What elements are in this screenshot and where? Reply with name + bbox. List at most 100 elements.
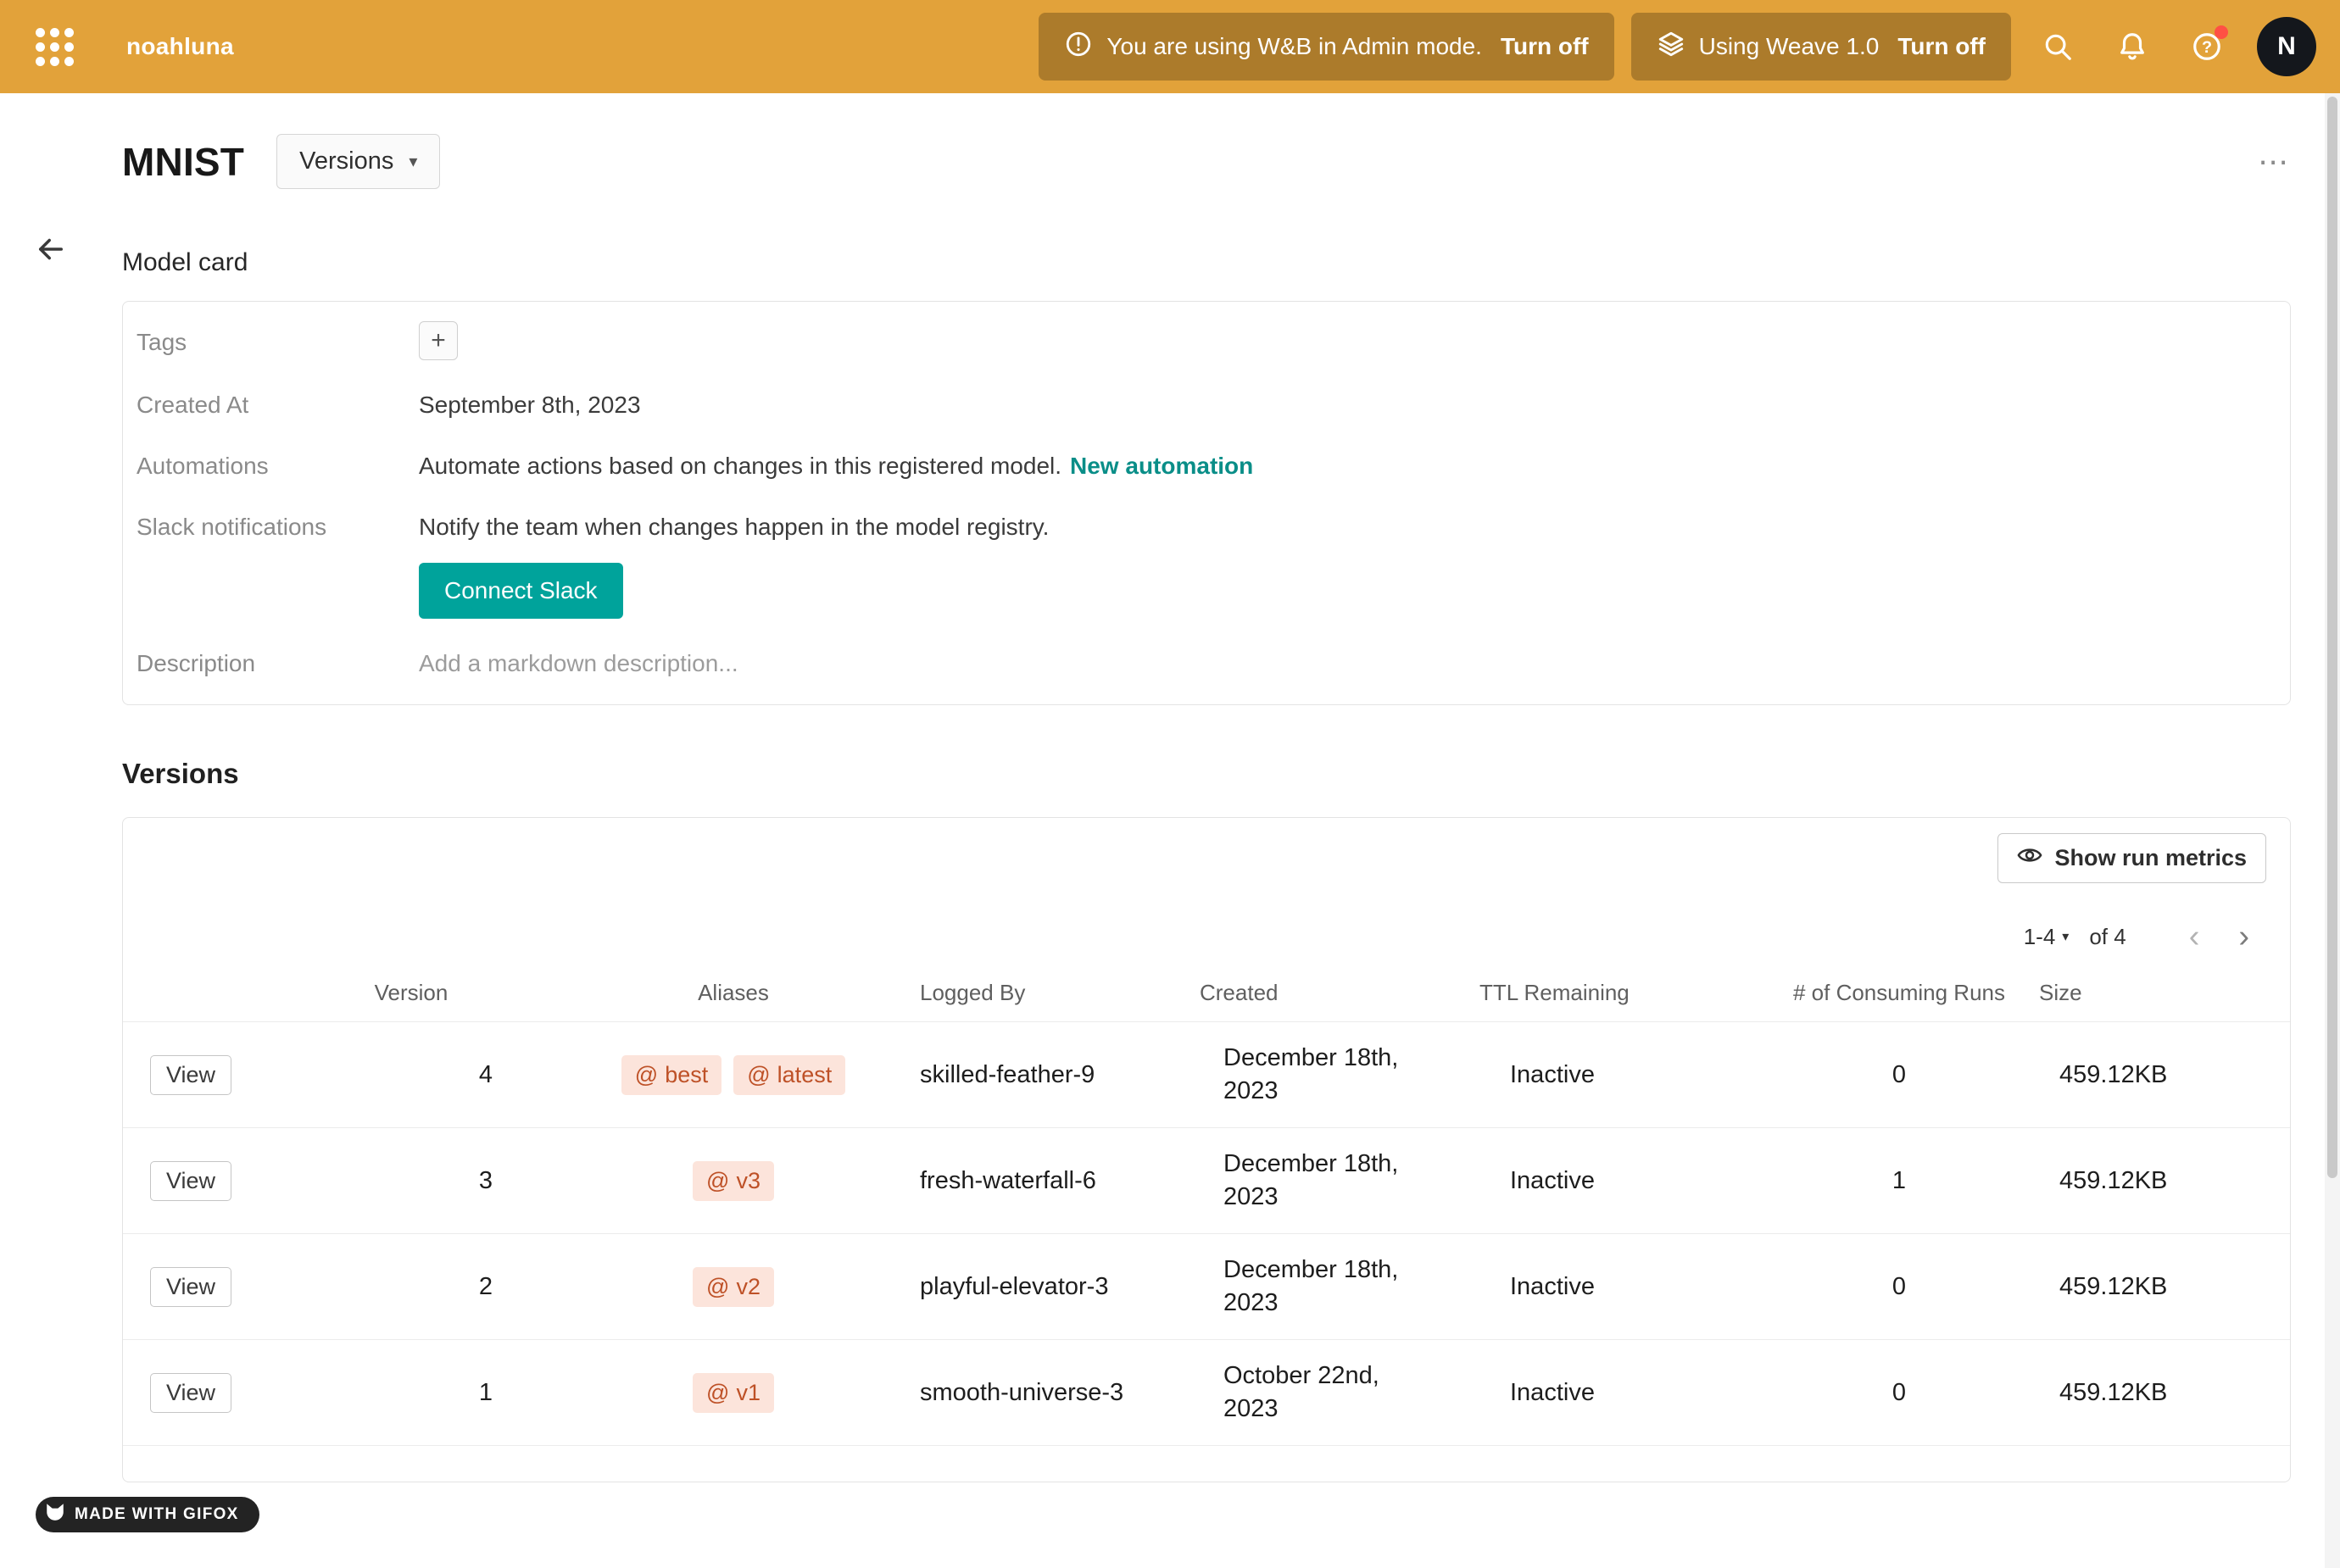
alias-label: v2: [736, 1274, 760, 1300]
header-size: Size: [2039, 965, 2290, 1022]
gifox-watermark: MADE WITH GIFOX: [36, 1497, 259, 1532]
created-cell: October 22nd, 2023: [1200, 1340, 1479, 1446]
scrollbar-track: [2325, 93, 2340, 1568]
version-cell: 2: [276, 1234, 547, 1340]
notifications-bell-icon[interactable]: [2104, 19, 2160, 75]
view-button[interactable]: View: [150, 1373, 231, 1413]
logged-by-cell: playful-elevator-3: [920, 1234, 1200, 1340]
created-at-row: Created At September 8th, 2023: [123, 375, 2290, 436]
header-ttl: TTL Remaining: [1479, 965, 1759, 1022]
ttl-cell: Inactive: [1479, 1234, 1759, 1340]
description-placeholder[interactable]: Add a markdown description...: [419, 648, 738, 680]
chevron-down-icon: ▾: [2062, 928, 2069, 945]
user-avatar[interactable]: N: [2257, 17, 2316, 76]
admin-turn-off-button[interactable]: Turn off: [1501, 33, 1589, 60]
wandb-logo[interactable]: [36, 28, 74, 66]
weave-turn-off-button[interactable]: Turn off: [1897, 33, 1986, 60]
created-cell: December 18th, 2023: [1200, 1022, 1479, 1128]
slack-notifications-row: Slack notifications Notify the team when…: [123, 497, 2290, 634]
logged-by-cell: smooth-universe-3: [920, 1340, 1200, 1446]
previous-page-icon[interactable]: ‹: [2189, 920, 2200, 953]
weave-banner: Using Weave 1.0 Turn off: [1631, 13, 2011, 81]
alias-badge: @best: [621, 1055, 722, 1095]
versions-table: Version Aliases Logged By Created TTL Re…: [123, 965, 2290, 1446]
alert-circle-icon: [1064, 30, 1093, 64]
ttl-cell: Inactive: [1479, 1022, 1759, 1128]
back-arrow-icon[interactable]: [29, 227, 73, 271]
tags-row: Tags +: [123, 312, 2290, 375]
fox-icon: [44, 1501, 66, 1528]
add-tag-button[interactable]: +: [419, 321, 458, 360]
created-cell: December 18th, 2023: [1200, 1234, 1479, 1340]
scrollbar-thumb[interactable]: [2327, 97, 2337, 1178]
weave-banner-text: Using Weave 1.0: [1699, 33, 1880, 60]
alias-badge: @v1: [693, 1373, 774, 1413]
versions-dropdown[interactable]: Versions ▾: [276, 134, 440, 189]
table-row: View 1 @v1 smooth-universe-3 October 22n…: [123, 1340, 2290, 1446]
alias-badge: @ latest: [733, 1055, 845, 1095]
chevron-down-icon: ▾: [409, 151, 417, 172]
slack-notifications-label: Slack notifications: [136, 511, 419, 620]
ttl-cell: Inactive: [1479, 1340, 1759, 1446]
search-icon[interactable]: [2030, 19, 2086, 75]
page-range-dropdown[interactable]: 1-4 ▾: [2024, 924, 2070, 950]
created-at-label: Created At: [136, 389, 419, 421]
ttl-cell: Inactive: [1479, 1128, 1759, 1234]
table-header-row: Version Aliases Logged By Created TTL Re…: [123, 965, 2290, 1022]
header-consuming-runs: # of Consuming Runs: [1759, 965, 2039, 1022]
new-automation-link[interactable]: New automation: [1070, 453, 1253, 479]
slack-notifications-text: Notify the team when changes happen in t…: [419, 511, 1049, 543]
svg-text:?: ?: [2202, 38, 2212, 57]
view-button[interactable]: View: [150, 1267, 231, 1307]
versions-panel: Show run metrics 1-4 ▾ of 4 ‹ › Version …: [122, 817, 2291, 1482]
logged-by-cell: skilled-feather-9: [920, 1022, 1200, 1128]
consuming-runs-cell: 0: [1759, 1022, 2039, 1128]
alias-label: v3: [736, 1168, 760, 1194]
page-range-label: 1-4: [2024, 924, 2056, 950]
at-icon: @: [706, 1168, 729, 1194]
view-button[interactable]: View: [150, 1161, 231, 1201]
pagination: 1-4 ▾ of 4 ‹ ›: [123, 920, 2290, 953]
notification-dot: [2215, 25, 2228, 39]
admin-banner-text: You are using W&B in Admin mode.: [1106, 33, 1482, 60]
show-run-metrics-button[interactable]: Show run metrics: [1997, 833, 2266, 883]
size-cell: 459.12KB: [2039, 1128, 2290, 1234]
alias-badge: @ v2: [693, 1267, 774, 1307]
header-logged-by: Logged By: [920, 965, 1200, 1022]
aliases-cell: @ v2: [547, 1234, 920, 1340]
connect-slack-button[interactable]: Connect Slack: [419, 563, 623, 619]
view-button[interactable]: View: [150, 1055, 231, 1095]
size-cell: 459.12KB: [2039, 1234, 2290, 1340]
layers-icon: [1657, 30, 1685, 64]
next-page-icon[interactable]: ›: [2238, 920, 2249, 953]
table-row: View 2 @ v2 playful-elevator-3 December 1…: [123, 1234, 2290, 1340]
table-row: View 3 @v3 fresh-waterfall-6 December 18…: [123, 1128, 2290, 1234]
at-icon: @: [706, 1380, 729, 1406]
version-cell: 4: [276, 1022, 547, 1128]
eye-icon: [2017, 842, 2042, 874]
alias-label: latest: [777, 1062, 833, 1088]
automations-label: Automations: [136, 450, 419, 482]
help-icon[interactable]: ?: [2179, 19, 2235, 75]
header-version: Version: [276, 965, 547, 1022]
gifox-label: MADE WITH GIFOX: [75, 1505, 239, 1524]
automations-text: Automate actions based on changes in thi…: [419, 453, 1061, 479]
model-card-panel: Tags + Created At September 8th, 2023 Au…: [122, 301, 2291, 705]
at-icon: @: [747, 1062, 770, 1088]
page-total-label: of 4: [2089, 924, 2126, 950]
size-cell: 459.12KB: [2039, 1022, 2290, 1128]
username-breadcrumb[interactable]: noahluna: [126, 33, 234, 60]
version-cell: 3: [276, 1128, 547, 1234]
logged-by-cell: fresh-waterfall-6: [920, 1128, 1200, 1234]
automations-row: Automations Automate actions based on ch…: [123, 436, 2290, 497]
created-at-value: September 8th, 2023: [419, 389, 641, 421]
more-options-icon[interactable]: ⋯: [2258, 144, 2291, 180]
consuming-runs-cell: 0: [1759, 1340, 2039, 1446]
at-icon: @: [706, 1274, 729, 1300]
consuming-runs-cell: 1: [1759, 1128, 2039, 1234]
alias-badge: @ v3: [693, 1161, 774, 1201]
model-card-section-title: Model card: [122, 248, 2291, 277]
header-aliases: Aliases: [547, 965, 920, 1022]
at-icon: @: [635, 1062, 658, 1088]
versions-section-title: Versions: [122, 758, 2291, 790]
